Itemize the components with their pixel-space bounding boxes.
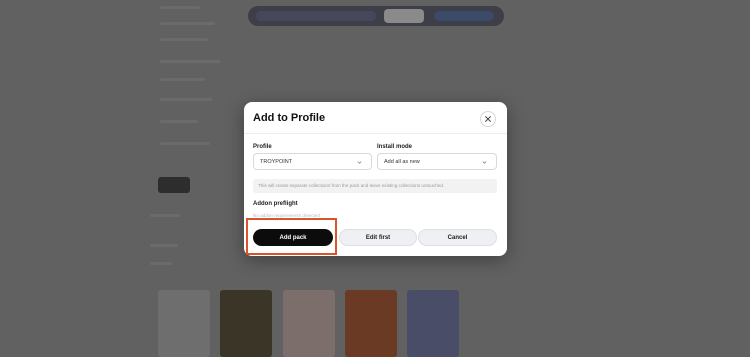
edit-first-button[interactable]: Edit first <box>339 229 417 246</box>
dialog-header: Add to Profile <box>244 102 507 134</box>
background-poster <box>345 290 397 357</box>
profile-select[interactable]: TROYPOINT <box>253 153 372 170</box>
background-toolbar-segment <box>256 11 376 21</box>
background-line <box>160 22 215 25</box>
background-line <box>160 78 205 81</box>
background-toolbar <box>248 6 504 26</box>
cancel-button[interactable]: Cancel <box>418 229 497 246</box>
close-button[interactable] <box>480 111 496 127</box>
background-line <box>160 142 210 145</box>
background-line <box>150 262 172 265</box>
install-mode-select-value: Add all as new <box>384 159 420 165</box>
background-button <box>158 177 190 193</box>
addon-preflight-label: Addon preflight <box>253 201 298 207</box>
background-poster <box>283 290 335 357</box>
background-line <box>150 244 178 247</box>
background-line <box>160 38 208 41</box>
background-line <box>150 214 180 217</box>
background-poster <box>407 290 459 357</box>
background-toolbar-segment <box>384 9 424 23</box>
profile-label: Profile <box>253 144 272 150</box>
background-line <box>160 6 200 9</box>
dialog-title: Add to Profile <box>253 112 326 124</box>
background-poster <box>158 290 210 357</box>
background-line <box>160 98 212 101</box>
background-toolbar-segment <box>434 11 494 21</box>
install-mode-info-text: This will create separate collections fr… <box>258 183 445 188</box>
background-poster <box>220 290 272 357</box>
chevron-down-icon <box>482 161 487 164</box>
highlight-box <box>246 218 337 255</box>
install-mode-info: This will create separate collections fr… <box>253 179 497 193</box>
install-mode-select[interactable]: Add all as new <box>377 153 497 170</box>
chevron-down-icon <box>357 161 362 164</box>
profile-select-value: TROYPOINT <box>260 159 293 165</box>
background-line <box>160 120 198 123</box>
close-icon <box>485 116 491 122</box>
install-mode-label: Install mode <box>377 144 413 150</box>
background-line <box>160 60 220 63</box>
